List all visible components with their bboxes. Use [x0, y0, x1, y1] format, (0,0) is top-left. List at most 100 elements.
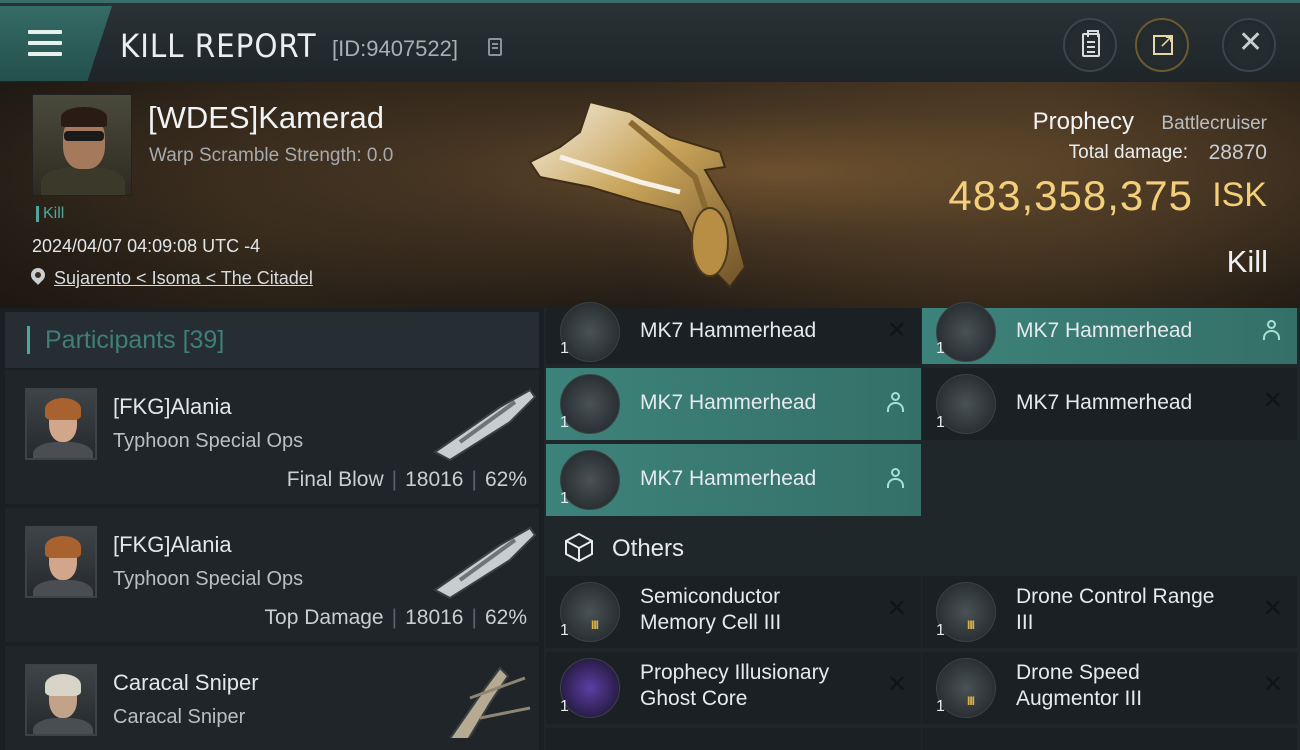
participant-percent: 62% [484, 606, 527, 629]
item-name: Semiconductor Memory Cell III [640, 585, 782, 634]
participant-name: [FKG]Alania [113, 394, 232, 419]
total-damage-label: Total damage: [1068, 142, 1188, 163]
participant-ship: Typhoon Special Ops [113, 568, 304, 590]
item-name: MK7 Hammerhead [640, 319, 817, 342]
report-id: [ID:9407522] [332, 36, 458, 61]
tier-badge: III [967, 694, 975, 708]
participant-percent: 62% [484, 468, 527, 491]
drone-item[interactable]: 1 MK7 Hammerhead ✕ [922, 368, 1297, 440]
total-damage-value: 28870 [1208, 141, 1267, 164]
participants-label: Participants [45, 326, 176, 354]
participant-avatar [25, 388, 97, 460]
module-item[interactable]: 1 Prophecy Illusionary Ghost Core ✕ [546, 652, 921, 724]
participant-avatar [25, 526, 97, 598]
copy-icon[interactable] [488, 38, 502, 56]
participant-ship: Caracal Sniper [113, 706, 246, 728]
item-quantity: 1 [560, 622, 569, 639]
memory-cell-icon [560, 582, 620, 642]
module-item-partial[interactable] [922, 728, 1297, 750]
drone-module-icon [936, 658, 996, 718]
victim-ship-class: Battlecruiser [1161, 113, 1267, 134]
participant-ship: Typhoon Special Ops [113, 430, 304, 452]
victim-portrait[interactable] [32, 94, 132, 196]
top-bar: KILL REPORT [ID:9407522] ✕ [0, 0, 1300, 82]
victim-ship-image[interactable] [520, 92, 760, 292]
participant-row[interactable]: [FKG]Alania Typhoon Special Ops Top Dama… [5, 508, 539, 642]
dropped-owner-icon [887, 468, 904, 488]
isk-value: 483,358,375 [948, 172, 1193, 219]
module-item[interactable]: III 1 Drone Control Range III ✕ [922, 576, 1297, 648]
item-quantity: 1 [936, 414, 945, 431]
drone-icon [936, 374, 996, 434]
participant-avatar [25, 664, 97, 736]
participant-ship-icon [449, 666, 531, 738]
destroyed-icon: ✕ [1262, 386, 1283, 414]
victim-name[interactable]: [WDES]Kamerad [148, 100, 384, 136]
others-header: Others [544, 520, 1300, 574]
item-quantity: 1 [560, 340, 569, 357]
share-button[interactable] [1135, 18, 1189, 72]
others-label: Others [612, 535, 685, 562]
page-title: KILL REPORT [120, 27, 317, 65]
item-name: MK7 Hammerhead [1016, 319, 1193, 342]
item-name: Prophecy Illusionary Ghost Core [640, 661, 830, 710]
item-name: MK7 Hammerhead [640, 391, 817, 414]
dropped-owner-icon [887, 392, 904, 412]
participant-role: Top Damage [264, 606, 384, 629]
participant-ship-icon [433, 526, 537, 600]
destroyed-icon: ✕ [886, 316, 907, 344]
item-quantity: 1 [936, 698, 945, 715]
clipboard-button[interactable] [1063, 18, 1117, 72]
item-quantity: 1 [936, 622, 945, 639]
drone-item[interactable]: 1 MK7 Hammerhead [546, 444, 921, 516]
participants-header: Participants [39] [5, 312, 539, 368]
tier-badge: III [967, 618, 975, 632]
drone-item[interactable]: 1 MK7 Hammerhead [546, 368, 921, 440]
drone-icon [560, 374, 620, 434]
drone-item[interactable]: 1 MK7 Hammerhead [922, 302, 1297, 364]
hamburger-icon [28, 30, 62, 63]
destroyed-icon: ✕ [886, 594, 907, 622]
participant-damage: 18016 [405, 606, 464, 629]
participant-row[interactable]: [FKG]Alania Typhoon Special Ops Final Bl… [5, 370, 539, 504]
participant-name: Caracal Sniper [113, 670, 259, 695]
ghost-core-icon [560, 658, 620, 718]
item-name: Drone Control Range III [1016, 585, 1215, 634]
participant-name: [FKG]Alania [113, 532, 232, 557]
kill-tag: Kill [36, 206, 64, 222]
destroyed-icon: ✕ [1262, 594, 1283, 622]
item-quantity: 1 [560, 698, 569, 715]
item-quantity: 1 [936, 340, 945, 357]
participant-damage: 18016 [405, 468, 464, 491]
drone-item[interactable]: 1 MK7 Hammerhead ✕ [546, 302, 921, 364]
dropped-owner-icon [1263, 320, 1280, 340]
item-name: Drone Speed Augmentor III [1016, 661, 1143, 710]
participant-ship-icon [433, 388, 537, 462]
warp-scramble-strength: Warp Scramble Strength: 0.0 [149, 145, 394, 166]
clipboard-icon [1082, 30, 1100, 57]
cube-icon [565, 532, 593, 562]
drone-icon [936, 302, 996, 362]
isk-unit: ISK [1212, 176, 1267, 214]
module-item-partial[interactable] [546, 728, 921, 750]
module-item[interactable]: III 1 Drone Speed Augmentor III ✕ [922, 652, 1297, 724]
drone-icon [560, 450, 620, 510]
participants-count: [39] [182, 326, 225, 354]
close-button[interactable]: ✕ [1222, 18, 1276, 72]
victim-ship-name[interactable]: Prophecy [1033, 108, 1134, 136]
drone-module-icon [936, 582, 996, 642]
kill-datetime: 2024/04/07 04:09:08 UTC -4 [32, 236, 261, 256]
location-link[interactable]: Sujarento < Isoma < The Citadel [54, 268, 313, 289]
participant-role: Final Blow [286, 468, 384, 491]
item-quantity: 1 [560, 490, 569, 507]
menu-button[interactable] [0, 6, 112, 81]
result-label: Kill [1226, 244, 1268, 279]
item-name: MK7 Hammerhead [640, 467, 817, 490]
drone-icon [560, 302, 620, 362]
item-name: MK7 Hammerhead [1016, 391, 1193, 414]
tier-badge: III [591, 618, 599, 632]
destroyed-icon: ✕ [1262, 670, 1283, 698]
module-item[interactable]: III 1 Semiconductor Memory Cell III ✕ [546, 576, 921, 648]
share-icon [1153, 31, 1174, 55]
participant-row[interactable]: Caracal Sniper Caracal Sniper [5, 646, 539, 750]
